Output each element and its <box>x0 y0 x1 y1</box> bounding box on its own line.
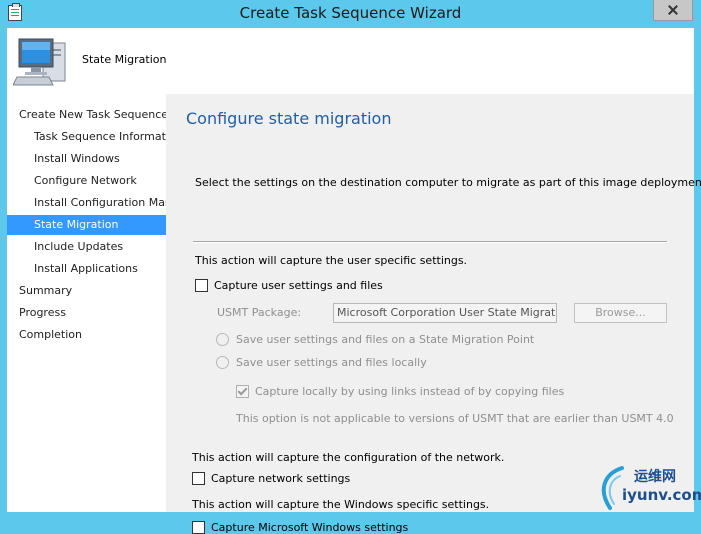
usmt-package-label: USMT Package: <box>217 306 302 319</box>
sidebar-item-completion[interactable]: Completion <box>7 325 166 345</box>
sidebar-item-install-applications[interactable]: Install Applications <box>7 259 166 279</box>
content-heading: Configure state migration <box>186 109 392 128</box>
sidebar-item-install-configuration-manager[interactable]: Install Configuration Manager <box>7 193 166 213</box>
usmt-version-note: This option is not applicable to version… <box>236 412 674 425</box>
wizard-window: State Migration Create New Task Sequence… <box>7 28 701 534</box>
wizard-content: Configure state migration Select the set… <box>166 94 701 534</box>
title-bar[interactable]: Create Task Sequence Wizard <box>0 0 701 28</box>
usmt-package-field[interactable]: Microsoft Corporation User State Migrati… <box>333 303 557 323</box>
watermark-chinese-text: 运维网 <box>634 469 676 485</box>
save-locally-radio[interactable] <box>216 356 229 369</box>
sidebar-item-summary[interactable]: Summary <box>7 281 166 301</box>
capture-user-settings-label[interactable]: Capture user settings and files <box>214 279 383 292</box>
page-title: State Migration <box>82 53 167 66</box>
capture-network-checkbox[interactable] <box>192 472 205 485</box>
wizard-steps-sidebar: Create New Task Sequence Task Sequence I… <box>7 94 166 512</box>
capture-windows-checkbox[interactable] <box>192 521 205 534</box>
save-on-smp-label[interactable]: Save user settings and files on a State … <box>236 333 534 346</box>
intro-text: Select the settings on the destination c… <box>195 176 701 189</box>
save-on-smp-radio[interactable] <box>216 333 229 346</box>
capture-user-settings-checkbox[interactable] <box>195 279 208 292</box>
sidebar-item-progress[interactable]: Progress <box>7 303 166 323</box>
computer-icon <box>13 38 66 86</box>
capture-links-checkbox[interactable] <box>236 385 249 398</box>
sidebar-item-install-windows[interactable]: Install Windows <box>7 149 166 169</box>
capture-links-label[interactable]: Capture locally by using links instead o… <box>255 385 564 398</box>
save-locally-label[interactable]: Save user settings and files locally <box>236 356 427 369</box>
windows-description: This action will capture the Windows spe… <box>192 498 490 511</box>
close-button[interactable] <box>653 0 693 21</box>
browse-button[interactable]: Browse... <box>574 303 667 323</box>
user-settings-description: This action will capture the user specif… <box>195 254 468 267</box>
sidebar-item-include-updates[interactable]: Include Updates <box>7 237 166 257</box>
capture-windows-label[interactable]: Capture Microsoft Windows settings <box>211 521 408 534</box>
capture-network-label[interactable]: Capture network settings <box>211 472 350 485</box>
sidebar-item-state-migration[interactable]: State Migration <box>7 215 166 235</box>
divider <box>193 241 667 243</box>
network-description: This action will capture the configurati… <box>192 451 505 464</box>
sidebar-item-configure-network[interactable]: Configure Network <box>7 171 166 191</box>
wizard-header: State Migration <box>7 28 694 94</box>
sidebar-item-task-sequence-information[interactable]: Task Sequence Information <box>7 127 166 147</box>
checkmark-icon <box>237 385 248 396</box>
sidebar-item-create-new-task-sequence[interactable]: Create New Task Sequence <box>7 105 166 125</box>
window-title: Create Task Sequence Wizard <box>239 4 462 22</box>
watermark-logo: 运维网 iyunv.com <box>596 464 701 510</box>
watermark-domain-text: iyunv.com <box>622 486 701 504</box>
